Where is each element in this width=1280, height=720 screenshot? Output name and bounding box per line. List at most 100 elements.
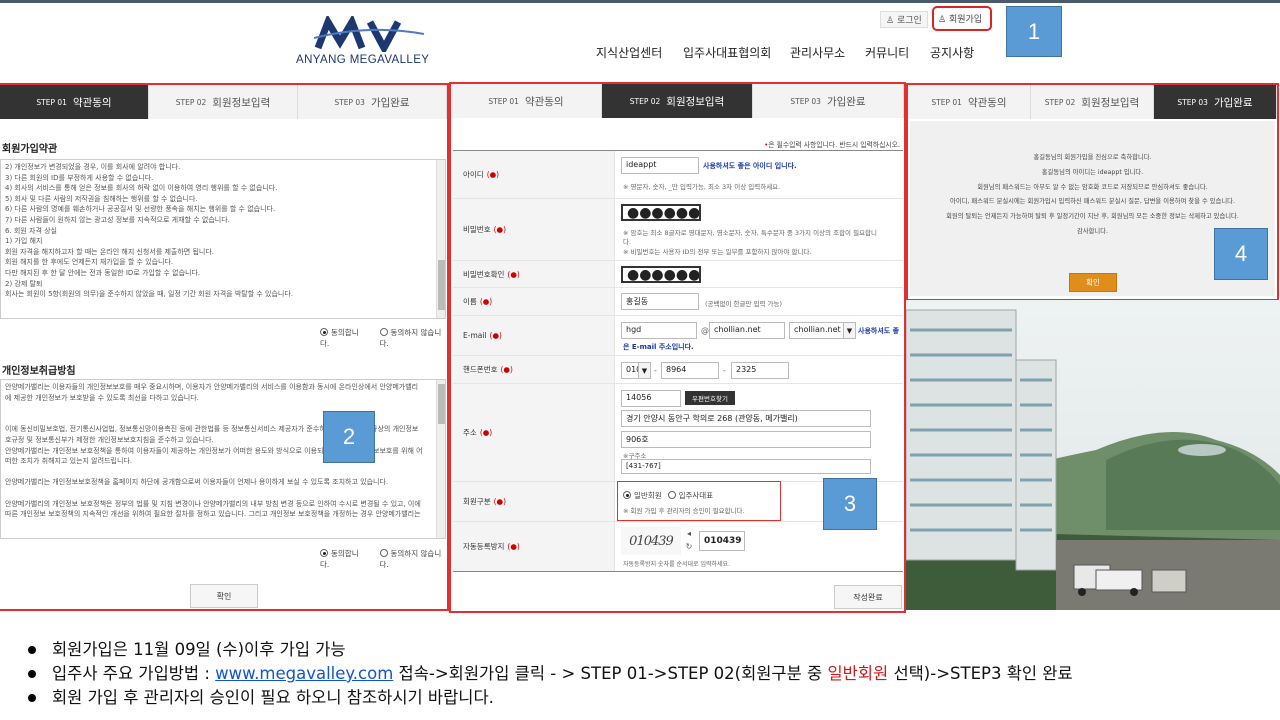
- row-name: 이름 (●) 홍길동 (공백없이 한글만 입력 가능): [453, 288, 903, 316]
- terms-disagree-radio[interactable]: 동의하지 않습니다.: [379, 327, 447, 349]
- terms-line: 6) 다른 사람의 명예를 훼손하거나 공공질서 및 선량한 풍속을 해치는 행…: [5, 205, 276, 214]
- callout-4: 4: [1214, 228, 1268, 280]
- step-num: STEP 01: [36, 97, 67, 107]
- bullet-icon: [28, 694, 36, 702]
- step1-terms-panel: STEP 01 약관동의 STEP 02 회원정보입력 STEP 03 가입완료 회원…: [0, 83, 449, 611]
- row-password: 비밀번호(●) ●●●●●●●●● ※ 암호는 최소 8글자로 영대문자, 영소…: [453, 199, 903, 261]
- captcha-image: 010439: [621, 527, 681, 555]
- phone-label: 핸드폰번호 (●): [453, 356, 615, 383]
- step-tab-3: STEP 03 가입완료: [1154, 85, 1277, 119]
- terms-line: 다만 해지된 후 한 달 안에는 전과 동일한 ID로 가입할 수 없습니다.: [5, 268, 201, 277]
- chevron-down-icon: ▼: [638, 363, 650, 378]
- terms-confirm-button[interactable]: 확인: [190, 584, 258, 608]
- terms-line: 회사는 회원이 5항(회원의 의무)을 준수하지 않았을 때, 일정 기간 회원…: [5, 290, 294, 299]
- note-text: 입주사 주요 가입방법 :: [52, 664, 216, 683]
- step-tabs: STEP 01 약관동의 STEP 02 회원정보입력 STEP 03 가입완료: [0, 85, 447, 119]
- terms-agree-radio[interactable]: 동의합니다.: [320, 327, 366, 349]
- step-label: 가입완료: [826, 95, 866, 108]
- chevron-down-icon: ▼: [843, 323, 855, 338]
- phone-prefix-select[interactable]: 010 ▼: [621, 362, 651, 379]
- scroll-thumb[interactable]: [438, 384, 445, 424]
- address-label: 주소 (●): [453, 384, 615, 481]
- login-link[interactable]: ♙ 로그인: [880, 11, 928, 28]
- nav-item-center[interactable]: 지식산업센터: [596, 44, 683, 61]
- megavalley-logo[interactable]: ANYANG MEGAVALLEY: [296, 16, 446, 68]
- email-domain-select[interactable]: chollian.net ▼: [789, 322, 856, 339]
- privacy-line: [5, 488, 441, 499]
- name-label: 이름 (●): [453, 288, 615, 315]
- step-label: 가입완료: [370, 96, 410, 109]
- member-type-general-radio[interactable]: 일반회원: [623, 490, 662, 501]
- captcha-input[interactable]: 010439: [699, 531, 745, 551]
- terms-line: 4) 회사의 서비스를 통해 얻은 정보를 회사의 허락 없이 이용하여 영리 …: [5, 184, 278, 193]
- password-input[interactable]: ●●●●●●●●●: [621, 204, 701, 221]
- terms-line: 1) 가입 해지: [5, 237, 43, 246]
- person-icon: ♙: [886, 16, 895, 26]
- terms-line: 회원 자격을 해지하고자 할 때는 온라인 해지 신청서를 제출하면 됩니다.: [5, 247, 215, 256]
- member-type-label-text: 회원구분: [463, 497, 491, 506]
- step-num: STEP 02: [175, 97, 207, 107]
- member-type-group: 일반회원 입주사대표: [623, 490, 713, 501]
- radio-label: 입주사대표: [678, 491, 714, 500]
- nav-item-office[interactable]: 관리사무소: [790, 44, 865, 61]
- name-input[interactable]: 홍길동: [621, 293, 699, 310]
- email-at: @: [701, 326, 709, 335]
- phone-label-text: 핸드폰번호: [463, 365, 498, 374]
- megavalley-link[interactable]: www.megavalley.com: [215, 662, 393, 686]
- nav-item-community[interactable]: 커뮤니티: [865, 44, 930, 61]
- id-input[interactable]: ideappt: [621, 157, 699, 174]
- terms-scrollbar[interactable]: [436, 160, 445, 318]
- nav-item-council[interactable]: 입주사대표협의회: [683, 44, 790, 61]
- phone-middle-input[interactable]: 8964: [661, 362, 719, 379]
- old-address-input[interactable]: [431-767]: [621, 459, 871, 474]
- password-confirm-label-text: 비밀번호확인: [463, 269, 505, 279]
- email-domain-input[interactable]: chollian.net: [709, 322, 785, 339]
- step-tab-1: STEP 01 약관동의: [908, 85, 1031, 119]
- radio-label: 동의하지 않습니다.: [379, 549, 442, 569]
- privacy-disagree-radio[interactable]: 동의하지 않습니다.: [379, 548, 447, 570]
- privacy-agree-group: 동의합니다. 동의하지 않습니다.: [320, 548, 447, 570]
- scroll-thumb[interactable]: [438, 260, 445, 310]
- logo-text: ANYANG MEGAVALLEY: [296, 54, 430, 66]
- member-type-rep-radio[interactable]: 입주사대표: [667, 490, 714, 501]
- address-line1-input[interactable]: 경기 안양시 동안구 학의로 268 (관양동, 메가밸리): [621, 410, 871, 427]
- terms-line: 3) 다른 회원의 ID를 부정하게 사용할 수 없습니다.: [5, 173, 154, 182]
- terms-textbox[interactable]: 2) 개인정보가 변경되었을 경우, 이를 회사에 알려야 합니다. 3) 다른…: [0, 159, 446, 319]
- callout-1: 1: [1006, 6, 1062, 57]
- note-text: 회원 가입 후 관리자의 승인이 필요 하오니 참조하시기 바랍니다.: [52, 688, 494, 707]
- req-mark: (●): [479, 428, 493, 437]
- bullet-icon: [28, 646, 36, 654]
- nav-item-notice[interactable]: 공지사항: [930, 44, 990, 61]
- privacy-textbox[interactable]: 안양메가밸리는 이용자들의 개인정보보호를 매우 중요시하며, 이용자가 안양메…: [0, 379, 446, 539]
- step-tab-2: STEP 02 회원정보입력: [149, 85, 298, 119]
- privacy-scrollbar[interactable]: [436, 380, 445, 538]
- name-hint: (공백없이 한글만 입력 가능): [705, 300, 783, 308]
- zipcode-input[interactable]: 14056: [621, 390, 681, 407]
- zipcode-search-button[interactable]: 우편번호찾기: [685, 391, 735, 405]
- password-confirm-input[interactable]: ●●●●●●●●●: [621, 266, 701, 283]
- step-num: STEP 02: [1044, 97, 1076, 107]
- privacy-line: 안양메가밸리는 개인정보보호정책을 홈페이지 하단에 공개함으로써 이용자들이 …: [5, 478, 389, 487]
- email-select-value: chollian.net: [794, 325, 841, 334]
- step-tabs: STEP 01 약관동의 STEP 02 회원정보입력 STEP 03 가입완료: [451, 84, 904, 118]
- privacy-line: 안양메가밸리의 개인정보 보호정책은 정부의 법률 및 지침 변경이나 안양메가…: [5, 499, 421, 508]
- submit-button[interactable]: 작성완료: [834, 585, 902, 609]
- req-mark: (●): [489, 331, 502, 340]
- speaker-icon[interactable]: ◂: [683, 527, 695, 540]
- complete-confirm-button[interactable]: 확인: [1069, 273, 1117, 292]
- note-highlight: 일반회원: [827, 664, 889, 683]
- join-link[interactable]: ♙ 회원가입: [932, 6, 992, 31]
- phone-last-input[interactable]: 2325: [731, 362, 789, 379]
- captcha-controls: ◂ ↻: [683, 527, 695, 555]
- id-label-text: 아이디: [463, 170, 484, 179]
- email-id-input[interactable]: hgd: [621, 322, 697, 339]
- req-mark: (●): [507, 542, 520, 551]
- privacy-agree-radio[interactable]: 동의합니다.: [320, 548, 366, 570]
- main-nav: 지식산업센터 입주사대표협의회 관리사무소 커뮤니티 공지사항: [596, 44, 990, 61]
- req-mark: (●): [486, 170, 500, 179]
- address-line2-input[interactable]: 906호: [621, 431, 871, 448]
- radio-icon: [379, 549, 388, 557]
- refresh-icon[interactable]: ↻: [683, 540, 695, 553]
- join-label: 회원가입: [948, 15, 983, 25]
- step-num: STEP 03: [334, 97, 365, 107]
